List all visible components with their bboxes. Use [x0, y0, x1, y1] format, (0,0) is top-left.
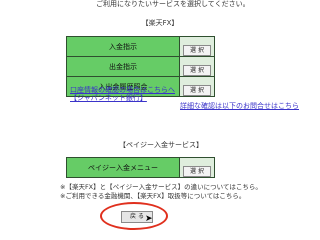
account-info-link-text[interactable]: 口座情報の確認の場合はこちらへ: [70, 86, 175, 94]
deposit-label: 入金指示: [66, 36, 180, 57]
deposit-select-button[interactable]: 選 択: [183, 45, 211, 56]
bank-link[interactable]: 【ジャパンネット銀行】: [70, 94, 147, 102]
detail-link[interactable]: 詳細な確認は以下のお問合せはこちら: [180, 102, 320, 110]
menu-row-withdraw: 出金指示 選 択: [66, 56, 215, 77]
section2-menu-table: ペイジー入金メニュー 選 択: [66, 157, 215, 178]
intro-text: ご利用になりたいサービスを選択してください。: [96, 0, 250, 8]
detail-link-text[interactable]: 詳細な確認は以下のお問合せはこちら: [180, 102, 299, 110]
menu-row-payeasy: ペイジー入金メニュー 選 択: [66, 157, 215, 178]
note-banks: ※ご利用できる金融機関、【楽天FX】取扱等についてはこちら。: [60, 192, 246, 200]
section2-heading: 【ペイジー入金サービス】: [119, 141, 203, 149]
mouse-cursor-icon: ➤: [145, 214, 153, 224]
history-select-button[interactable]: 選 択: [183, 85, 211, 96]
section1-heading: 【楽天FX】: [141, 19, 179, 27]
payeasy-select-button[interactable]: 選 択: [183, 166, 211, 177]
menu-row-deposit: 入金指示 選 択: [66, 36, 215, 57]
account-info-link[interactable]: 口座情報の確認の場合はこちらへ: [70, 86, 175, 94]
payeasy-label: ペイジー入金メニュー: [66, 157, 180, 178]
withdraw-select-button[interactable]: 選 択: [183, 65, 211, 76]
withdraw-label: 出金指示: [66, 56, 180, 77]
note-difference: ※【楽天FX】と【ペイジー入金サービス】の違いについてはこちら。: [60, 183, 262, 191]
bank-link-text[interactable]: 【ジャパンネット銀行】: [70, 94, 147, 102]
